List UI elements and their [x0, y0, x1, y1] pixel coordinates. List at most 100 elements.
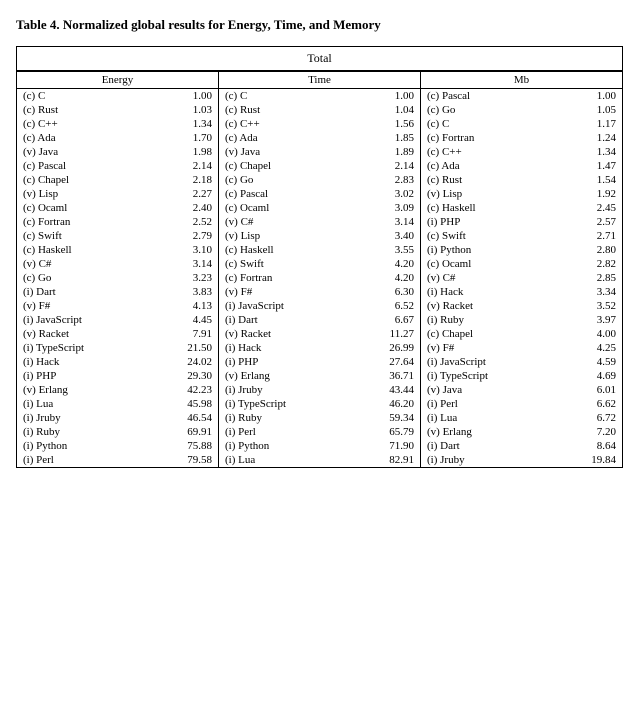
value-cell: 1.56	[353, 117, 420, 131]
value-cell: 2.79	[151, 229, 218, 243]
value-cell: 6.30	[353, 285, 420, 299]
table-row: (i) JavaScript6.52	[219, 299, 420, 313]
value-cell: 1.54	[555, 173, 622, 187]
lang-cell: (c) C++	[17, 117, 151, 131]
value-cell: 4.20	[353, 257, 420, 271]
table-row: (c) C++1.56	[219, 117, 420, 131]
time-section: Time (c) C1.00(c) Rust1.04(c) C++1.56(c)…	[219, 71, 421, 468]
table-row: (c) Ada1.85	[219, 131, 420, 145]
value-cell: 59.34	[353, 411, 420, 425]
table-row: (c) Go1.05	[421, 103, 622, 117]
lang-cell: (c) Go	[17, 271, 151, 285]
table-row: (v) Java1.89	[219, 145, 420, 159]
value-cell: 2.80	[555, 243, 622, 257]
lang-cell: (v) Lisp	[421, 187, 555, 201]
table-row: (i) Ruby59.34	[219, 411, 420, 425]
table-row: (c) Haskell3.55	[219, 243, 420, 257]
table-row: (c) Go3.23	[17, 271, 218, 285]
lang-cell: (i) PHP	[17, 369, 151, 383]
table-row: (i) Lua6.72	[421, 411, 622, 425]
lang-cell: (v) Erlang	[219, 369, 353, 383]
value-cell: 43.44	[353, 383, 420, 397]
table-row: (c) Ocaml2.40	[17, 201, 218, 215]
lang-cell: (i) Hack	[421, 285, 555, 299]
table-row: (i) PHP2.57	[421, 215, 622, 229]
value-cell: 2.82	[555, 257, 622, 271]
memory-header: Mb	[421, 72, 622, 89]
value-cell: 1.04	[353, 103, 420, 117]
value-cell: 3.55	[353, 243, 420, 257]
value-cell: 8.64	[555, 439, 622, 453]
lang-cell: (c) C	[421, 117, 555, 131]
table-row: (i) Python71.90	[219, 439, 420, 453]
value-cell: 29.30	[151, 369, 218, 383]
value-cell: 3.14	[353, 215, 420, 229]
table-row: (i) Dart6.67	[219, 313, 420, 327]
table-row: (i) PHP27.64	[219, 355, 420, 369]
table-row: (i) Lua82.91	[219, 453, 420, 467]
table-row: (i) JavaScript4.45	[17, 313, 218, 327]
value-cell: 2.18	[151, 173, 218, 187]
table-row: (v) Java1.98	[17, 145, 218, 159]
lang-cell: (c) Go	[421, 103, 555, 117]
value-cell: 6.52	[353, 299, 420, 313]
lang-cell: (i) Python	[421, 243, 555, 257]
value-cell: 1.05	[555, 103, 622, 117]
table-row: (c) Swift2.79	[17, 229, 218, 243]
lang-cell: (c) Rust	[421, 173, 555, 187]
value-cell: 2.83	[353, 173, 420, 187]
table-row: (v) C#3.14	[17, 257, 218, 271]
lang-cell: (i) Jruby	[421, 453, 555, 467]
table-row: (i) Python75.88	[17, 439, 218, 453]
table-row: (i) Lua45.98	[17, 397, 218, 411]
value-cell: 2.71	[555, 229, 622, 243]
lang-cell: (c) Chapel	[421, 327, 555, 341]
energy-table: Energy (c) C1.00(c) Rust1.03(c) C++1.34(…	[17, 71, 218, 467]
value-cell: 1.00	[151, 89, 218, 104]
lang-cell: (i) Ruby	[219, 411, 353, 425]
table-row: (c) Rust1.54	[421, 173, 622, 187]
value-cell: 3.40	[353, 229, 420, 243]
lang-cell: (i) TypeScript	[17, 341, 151, 355]
table-row: (c) Pascal1.00	[421, 89, 622, 104]
lang-cell: (v) Erlang	[421, 425, 555, 439]
table-row: (c) Haskell3.10	[17, 243, 218, 257]
table-row: (v) F#4.25	[421, 341, 622, 355]
value-cell: 2.52	[151, 215, 218, 229]
table-row: (v) Erlang36.71	[219, 369, 420, 383]
value-cell: 6.72	[555, 411, 622, 425]
lang-cell: (v) F#	[219, 285, 353, 299]
lang-cell: (c) Go	[219, 173, 353, 187]
table-row: (c) Ocaml2.82	[421, 257, 622, 271]
table-row: (c) Fortran1.24	[421, 131, 622, 145]
value-cell: 2.40	[151, 201, 218, 215]
lang-cell: (i) Lua	[421, 411, 555, 425]
table-row: (c) Ada1.47	[421, 159, 622, 173]
table-row: (v) Lisp1.92	[421, 187, 622, 201]
table-row: (i) Hack26.99	[219, 341, 420, 355]
table-row: (i) Hack24.02	[17, 355, 218, 369]
value-cell: 69.91	[151, 425, 218, 439]
lang-cell: (i) JavaScript	[219, 299, 353, 313]
lang-cell: (c) Haskell	[17, 243, 151, 257]
value-cell: 1.98	[151, 145, 218, 159]
value-cell: 3.09	[353, 201, 420, 215]
table-row: (c) Chapel2.18	[17, 173, 218, 187]
lang-cell: (i) Perl	[17, 453, 151, 467]
value-cell: 1.17	[555, 117, 622, 131]
lang-cell: (c) Pascal	[421, 89, 555, 104]
table-row: (c) Swift4.20	[219, 257, 420, 271]
lang-cell: (c) C++	[219, 117, 353, 131]
table-row: (i) Ruby69.91	[17, 425, 218, 439]
table-row: (i) Hack3.34	[421, 285, 622, 299]
table-row: (c) Pascal2.14	[17, 159, 218, 173]
value-cell: 1.70	[151, 131, 218, 145]
value-cell: 2.14	[353, 159, 420, 173]
table-row: (v) F#6.30	[219, 285, 420, 299]
table-row: (c) C1.00	[17, 89, 218, 104]
table-row: (c) C1.00	[219, 89, 420, 104]
value-cell: 1.92	[555, 187, 622, 201]
lang-cell: (i) Ruby	[421, 313, 555, 327]
table-row: (i) Dart3.83	[17, 285, 218, 299]
value-cell: 82.91	[353, 453, 420, 467]
